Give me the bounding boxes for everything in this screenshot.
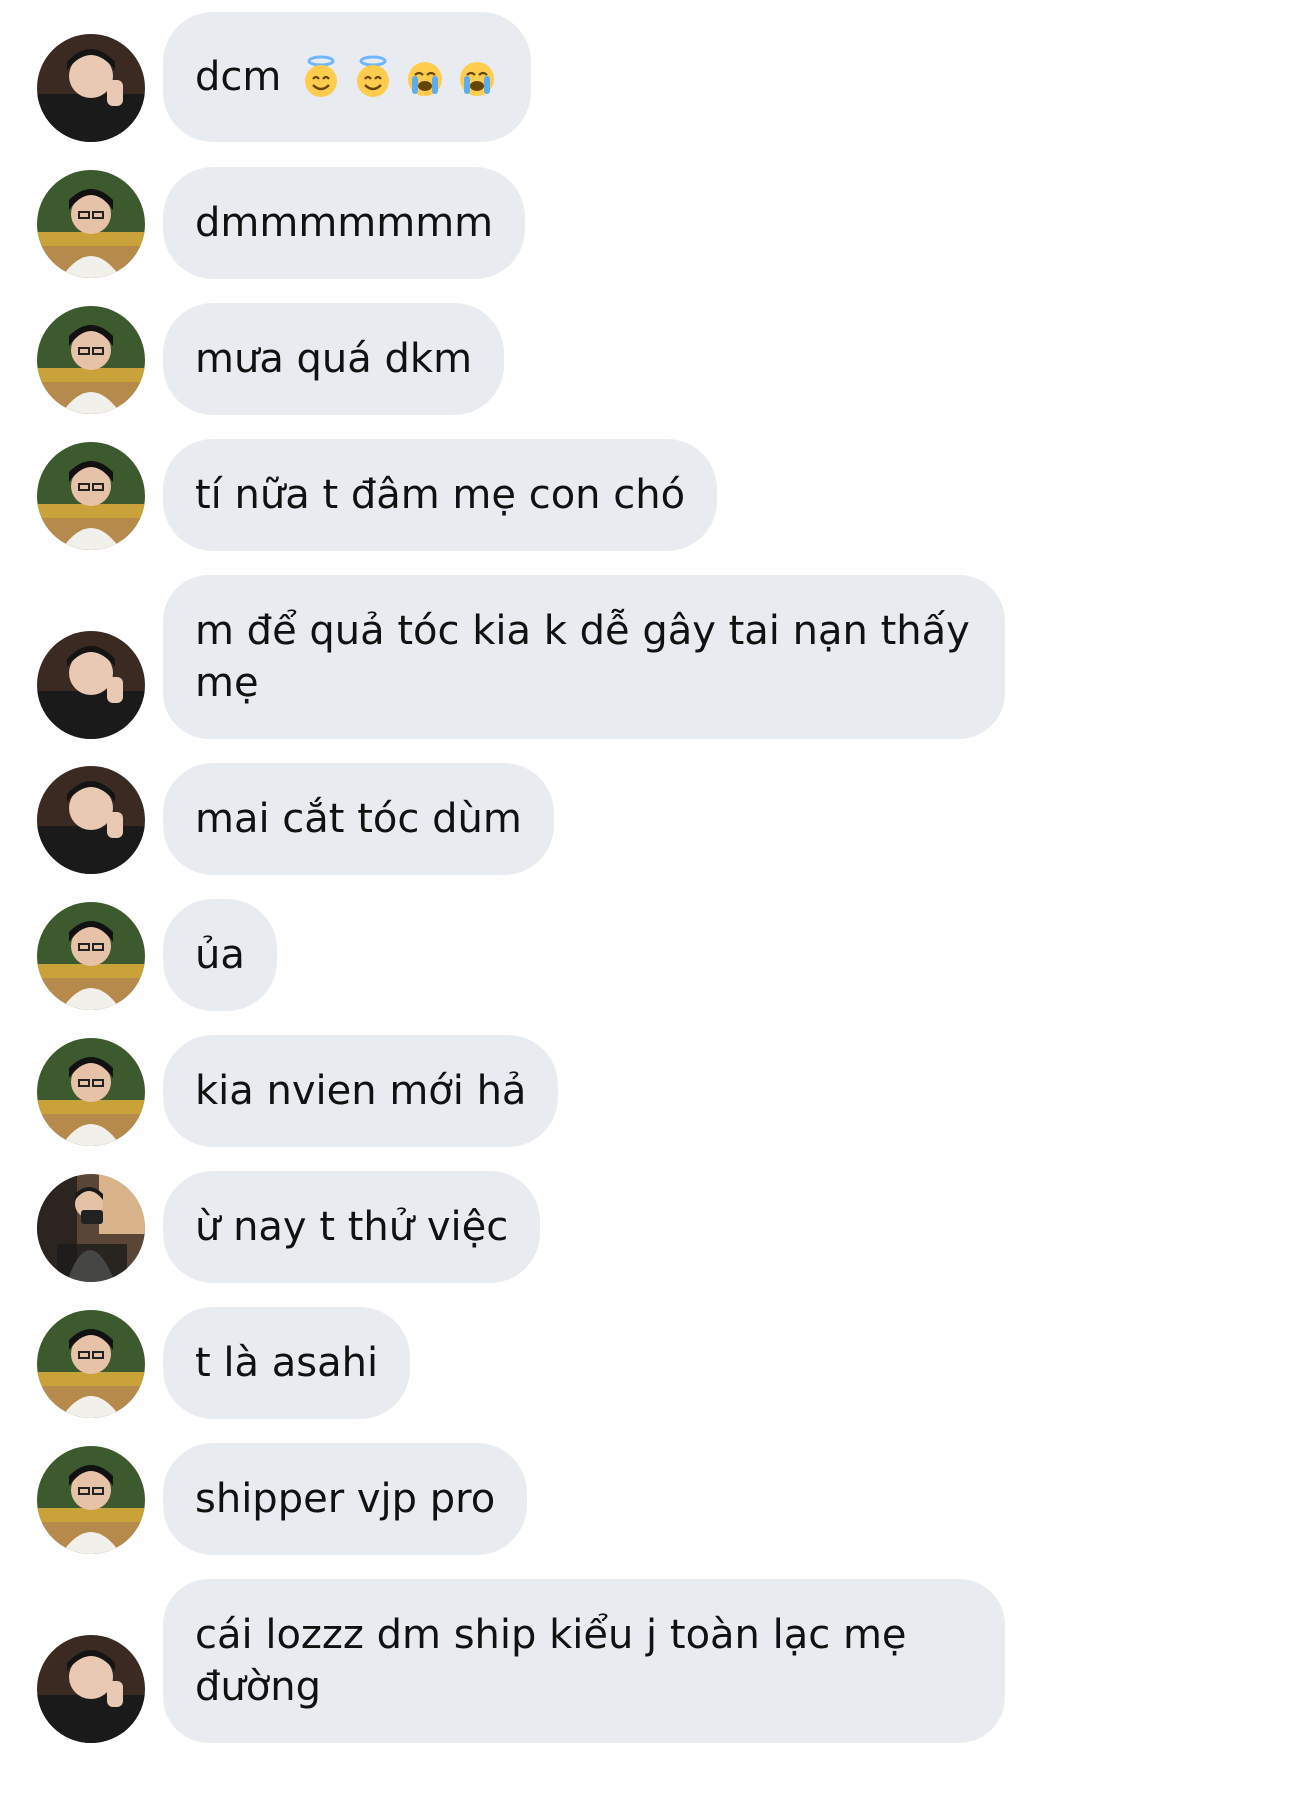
avatar[interactable] (37, 1038, 145, 1146)
message-text: mưa quá dkm (195, 336, 473, 382)
avatar[interactable] (37, 902, 145, 1010)
loudly-crying-emoji (455, 55, 499, 99)
message-text: dmmmmmmm (195, 200, 494, 246)
loudly-crying-emoji (403, 55, 447, 99)
message-bubble[interactable]: mai cắt tóc dùm (163, 763, 554, 875)
message-bubble[interactable]: t là asahi (163, 1307, 411, 1419)
message-bubble[interactable]: ừ nay t thử việc (163, 1171, 541, 1283)
avatar[interactable] (37, 631, 145, 739)
message-bubble[interactable]: kia nvien mới hả (163, 1035, 559, 1147)
message-text: dcm (195, 54, 282, 100)
avatar[interactable] (37, 442, 145, 550)
smiling-halo-emoji (351, 55, 395, 99)
avatar[interactable] (37, 1310, 145, 1418)
avatar[interactable] (37, 1174, 145, 1282)
message-thread: dcm dmmmmmmm mưa quá dkm tí nữa t đâm mẹ… (0, 0, 1290, 1820)
message-bubble[interactable]: mưa quá dkm (163, 303, 505, 415)
avatar[interactable] (37, 766, 145, 874)
message-bubble[interactable]: tí nữa t đâm mẹ con chó (163, 439, 718, 551)
message-bubble[interactable]: shipper vjp pro (163, 1443, 528, 1555)
avatar[interactable] (37, 170, 145, 278)
message-text: tí nữa t đâm mẹ con chó (195, 472, 686, 518)
message-text: cái lozzz dm ship kiểu j toàn lạc mẹ đườ… (195, 1612, 907, 1710)
message-bubble[interactable]: ủa (163, 899, 277, 1011)
message-text: kia nvien mới hả (195, 1068, 527, 1114)
avatar[interactable] (37, 306, 145, 414)
avatar[interactable] (37, 34, 145, 142)
message-text: shipper vjp pro (195, 1476, 496, 1522)
message-bubble[interactable]: dcm (163, 12, 532, 142)
message-bubble[interactable]: m để quả tóc kia k dễ gây tai nạn thấy m… (163, 575, 1005, 739)
avatar[interactable] (37, 1446, 145, 1554)
message-text: ủa (195, 932, 245, 978)
message-text: m để quả tóc kia k dễ gây tai nạn thấy m… (195, 608, 970, 706)
message-bubble[interactable]: cái lozzz dm ship kiểu j toàn lạc mẹ đườ… (163, 1579, 1005, 1743)
message-text: ừ nay t thử việc (195, 1204, 509, 1250)
avatar[interactable] (37, 1635, 145, 1743)
message-text: mai cắt tóc dùm (195, 796, 522, 842)
message-text: t là asahi (195, 1340, 379, 1386)
smiling-halo-emoji (299, 55, 343, 99)
message-bubble[interactable]: dmmmmmmm (163, 167, 526, 279)
